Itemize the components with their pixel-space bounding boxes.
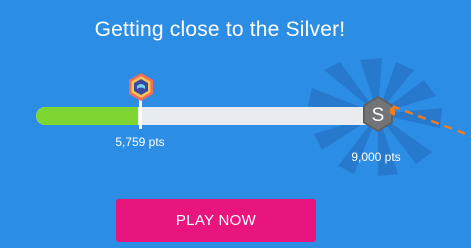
silver-badge-letter: S [372,105,385,126]
silver-hexagon-badge-icon: S [363,96,395,132]
points-progress-fill [36,107,138,125]
page-title: Getting close to the Silver! [94,18,346,41]
target-points-label: 9,000 pts [351,150,401,164]
promo-card: Getting close to the Silver! 5,759 pts S… [0,0,471,248]
current-points-label: 5,759 pts [115,135,165,149]
bronze-hexagon-badge-icon [129,73,153,101]
points-progress-bar [36,107,376,125]
dashed-path-line [391,104,471,138]
play-now-button[interactable]: PLAY NOW [116,199,316,242]
